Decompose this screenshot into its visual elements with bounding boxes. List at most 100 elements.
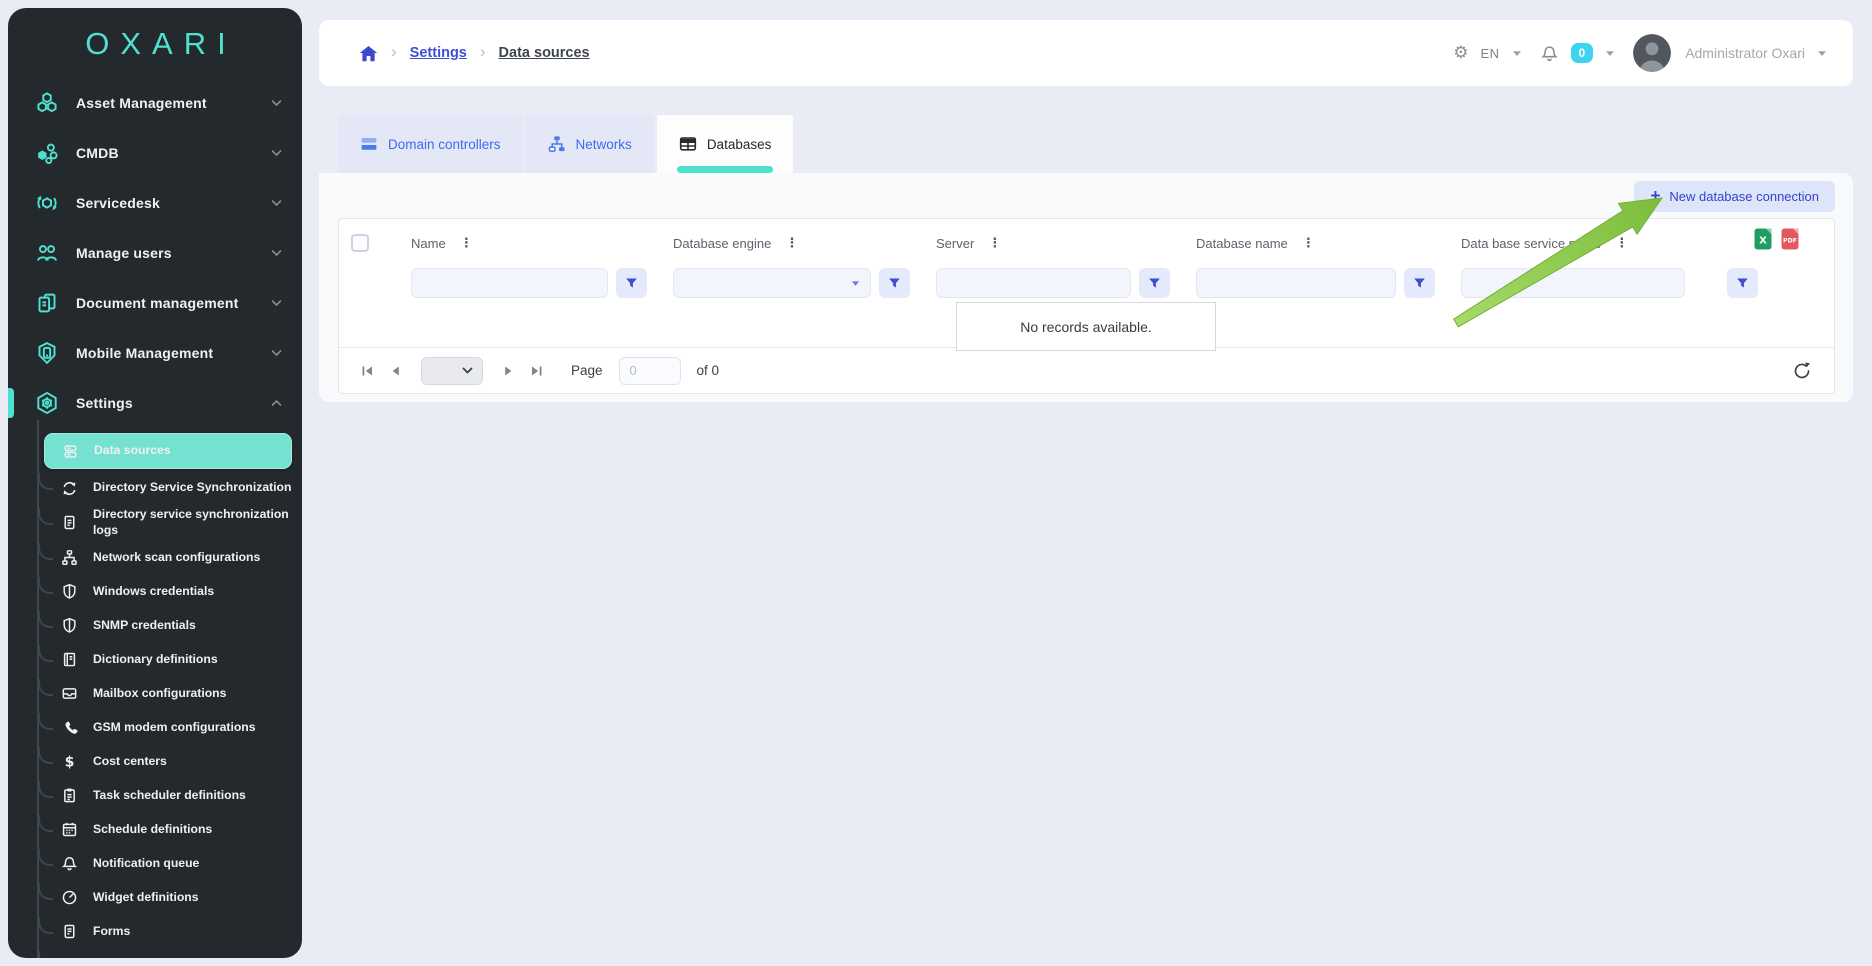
sidebar-subitem-notification-queue[interactable]: Notification queue xyxy=(8,847,302,881)
sidebar-subitem-directory-service-synchronization[interactable]: Directory Service Synchronization xyxy=(8,471,302,505)
sidebar-subitem-cost-centers[interactable]: $ Cost centers xyxy=(8,745,302,779)
calendar-icon xyxy=(60,821,78,839)
tab-databases[interactable]: Databases xyxy=(657,115,794,173)
filter-input-field[interactable] xyxy=(1207,269,1385,297)
sidebar-subitem-directory-service-synchronization-logs[interactable]: Directory service synchronization logs xyxy=(8,505,302,541)
filter-input-field[interactable] xyxy=(422,269,597,297)
filter-input-field[interactable] xyxy=(947,269,1120,297)
page-number-input[interactable] xyxy=(619,357,681,385)
notification-count-badge[interactable]: 0 xyxy=(1571,43,1594,63)
page-size-select[interactable] xyxy=(421,357,483,385)
filter-input-database-name[interactable] xyxy=(1196,268,1396,298)
filter-cell-database-name xyxy=(1196,268,1461,298)
sidebar-subitem-label: Widget definitions xyxy=(93,890,201,906)
sidebar-subitem-widget-definitions[interactable]: Widget definitions xyxy=(8,881,302,915)
first-page-icon[interactable] xyxy=(361,365,374,377)
sidebar-item-cmdb[interactable]: CMDB xyxy=(8,128,302,178)
tab-networks[interactable]: Networks xyxy=(526,115,654,173)
chevron-down-icon xyxy=(271,244,282,262)
sidebar-item-servicedesk[interactable]: Servicedesk xyxy=(8,178,302,228)
chevron-down-icon xyxy=(271,344,282,362)
servicedesk-icon xyxy=(34,190,60,216)
filter-input-field[interactable] xyxy=(684,269,851,297)
refresh-icon[interactable] xyxy=(1792,361,1812,381)
sidebar-subitem-label: Directory service synchronization logs xyxy=(93,507,298,539)
sidebar-subitem-forms[interactable]: Forms xyxy=(8,915,302,949)
export-excel-icon[interactable]: X xyxy=(1753,228,1773,250)
sidebar-subitem-label: Cost centers xyxy=(93,754,169,770)
filter-input-field[interactable] xyxy=(1472,269,1674,297)
sidebar-subitem-gsm-modem-configurations[interactable]: GSM modem configurations xyxy=(8,711,302,745)
breadcrumb-settings[interactable]: Settings xyxy=(410,45,467,61)
sidebar-subitem-mailbox-configurations[interactable]: Mailbox configurations xyxy=(8,677,302,711)
user-name[interactable]: Administrator Oxari xyxy=(1685,45,1805,61)
filter-input-data-base-service-name[interactable] xyxy=(1461,268,1685,298)
column-menu-icon[interactable]: ⋮ xyxy=(988,237,1001,250)
new-database-connection-button[interactable]: + New database connection xyxy=(1634,181,1835,212)
sidebar-subitem-windows-credentials[interactable]: Windows credentials xyxy=(8,575,302,609)
select-all-checkbox[interactable] xyxy=(351,234,369,252)
next-page-icon[interactable] xyxy=(503,365,514,377)
dropdown-caret-icon[interactable] xyxy=(851,280,860,287)
user-menu-caret-icon[interactable] xyxy=(1817,50,1827,57)
sidebar-subitem-label: Mailbox configurations xyxy=(93,686,228,702)
dollar-icon: $ xyxy=(60,753,78,771)
tab-domain-controllers[interactable]: Domain controllers xyxy=(338,115,523,173)
settings-submenu: Data sources Directory Service Synchroniz… xyxy=(8,428,302,958)
brand-logo: OXARI xyxy=(8,26,302,62)
sidebar-subitem-schedule-definitions[interactable]: Schedule definitions xyxy=(8,813,302,847)
page-label: Page xyxy=(571,363,603,378)
breadcrumb-data-sources[interactable]: Data sources xyxy=(499,45,590,61)
filter-button-server[interactable] xyxy=(1139,268,1170,298)
funnel-icon xyxy=(624,276,639,291)
last-page-icon[interactable] xyxy=(530,365,543,377)
sidebar-item-mobile-management[interactable]: Mobile Management xyxy=(8,328,302,378)
sidebar-subitem-label: GSM modem configurations xyxy=(93,720,258,736)
sidebar-item-manage-users[interactable]: Manage users xyxy=(8,228,302,278)
sidebar-subitem-snmp-credentials[interactable]: SNMP credentials xyxy=(8,609,302,643)
sidebar-subitem-label: Data sources xyxy=(94,443,173,459)
bell-icon[interactable] xyxy=(1540,44,1559,63)
column-menu-icon[interactable]: ⋮ xyxy=(460,237,473,250)
language-caret-icon[interactable] xyxy=(1512,50,1522,57)
export-pdf-icon[interactable]: PDF xyxy=(1780,228,1800,250)
sidebar-item-asset-management[interactable]: Asset Management xyxy=(8,78,302,128)
filter-button-database-engine[interactable] xyxy=(879,268,910,298)
filter-cell-server xyxy=(936,268,1196,298)
filter-button-name[interactable] xyxy=(616,268,647,298)
sidebar-item-label: Manage users xyxy=(76,245,271,261)
language-selector[interactable]: EN xyxy=(1480,46,1499,61)
sidebar-nav: Asset ManagementCMDBServicedesk Manage us… xyxy=(8,78,302,958)
sidebar-item-settings[interactable]: Settings xyxy=(8,378,302,428)
sidebar-subitem-dictionary-definitions[interactable]: Dictionary definitions xyxy=(8,643,302,677)
bell-icon xyxy=(60,855,78,873)
gear-icon[interactable]: ⚙ xyxy=(1453,43,1468,63)
column-menu-icon[interactable]: ⋮ xyxy=(1302,237,1315,250)
avatar[interactable] xyxy=(1633,34,1671,72)
column-menu-icon[interactable]: ⋮ xyxy=(785,237,798,250)
empty-state: No records available. xyxy=(956,302,1216,351)
home-breadcrumb[interactable] xyxy=(359,45,378,62)
filter-button-data-base-service-name[interactable] xyxy=(1727,268,1758,298)
svg-text:PDF: PDF xyxy=(1783,238,1797,245)
book-icon xyxy=(60,651,78,669)
sidebar-subitem-data-sources[interactable]: Data sources xyxy=(44,433,292,469)
export-buttons: X PDF xyxy=(1753,228,1800,250)
filter-input-name[interactable] xyxy=(411,268,608,298)
column-menu-icon[interactable]: ⋮ xyxy=(1615,237,1628,250)
sidebar-item-document-management[interactable]: Document management xyxy=(8,278,302,328)
sidebar-subitem-label: Forms xyxy=(93,924,132,940)
sidebar-subitem-task-scheduler-definitions[interactable]: Task scheduler definitions xyxy=(8,779,302,813)
notification-caret-icon[interactable] xyxy=(1605,50,1615,57)
shield-icon xyxy=(60,583,78,601)
sidebar-subitem-partial[interactable] xyxy=(8,949,302,958)
sidebar-subitem-network-scan-configurations[interactable]: Network scan configurations xyxy=(8,541,302,575)
previous-page-icon[interactable] xyxy=(390,365,401,377)
plus-icon: + xyxy=(1650,186,1660,206)
funnel-icon xyxy=(1735,276,1750,291)
filter-input-server[interactable] xyxy=(936,268,1131,298)
form-icon xyxy=(60,923,78,941)
filter-button-database-name[interactable] xyxy=(1404,268,1435,298)
filter-input-database-engine[interactable] xyxy=(673,268,871,298)
filter-cell-data-base-service-name xyxy=(1461,268,1834,298)
